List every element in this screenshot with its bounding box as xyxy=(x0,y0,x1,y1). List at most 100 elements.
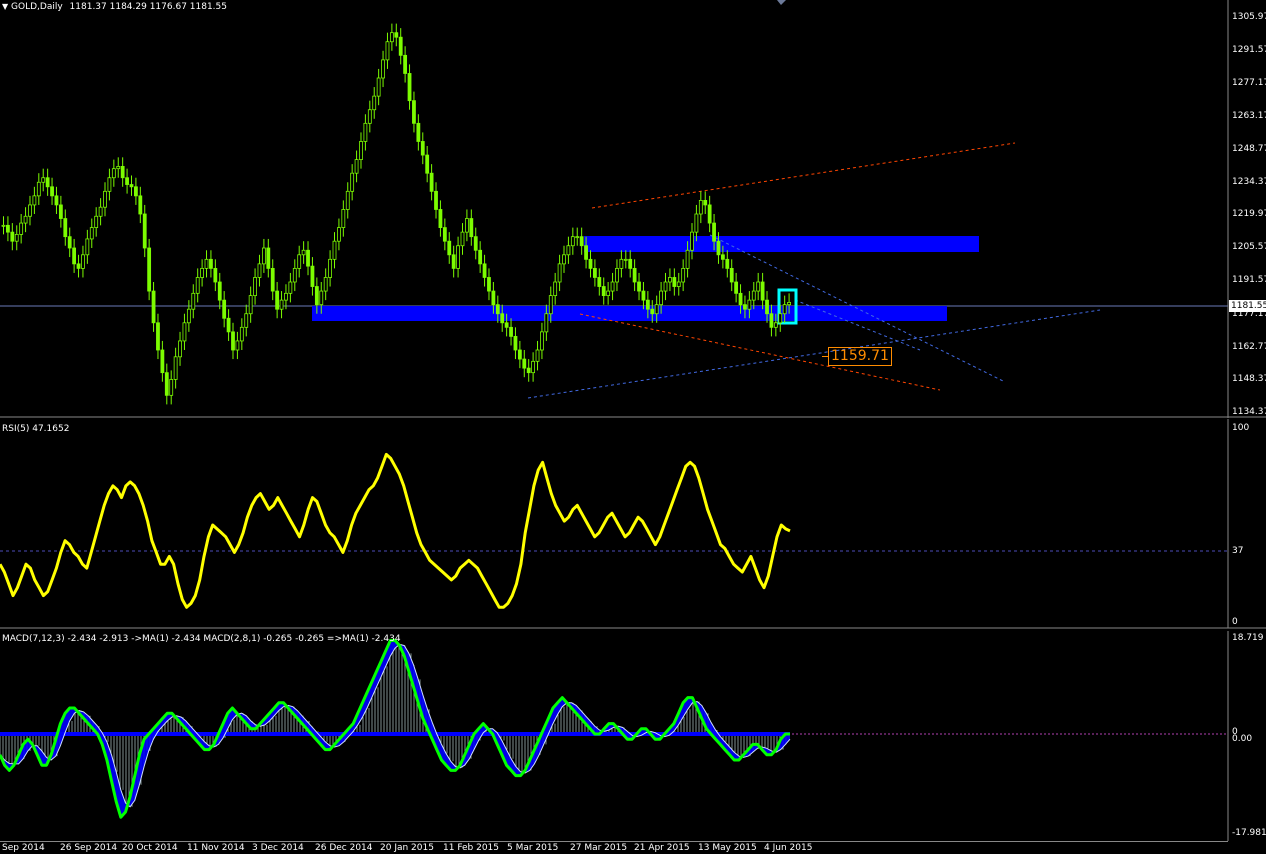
candle-body xyxy=(495,304,500,315)
price-scale-label: 1162.77 xyxy=(1232,342,1266,352)
time-axis-label: 20 Jan 2015 xyxy=(380,843,434,853)
candle-body xyxy=(592,267,597,278)
candle-body xyxy=(58,204,63,219)
candle-body xyxy=(156,322,160,351)
time-axis-label: 11 Nov 2014 xyxy=(187,843,245,853)
candle-body xyxy=(491,290,496,306)
candle-body xyxy=(266,247,271,269)
candle-body xyxy=(743,304,747,310)
time-axis-label: 26 Sep 2014 xyxy=(60,843,118,853)
price-chart[interactable] xyxy=(0,0,1266,420)
chart-shift-marker-icon[interactable] xyxy=(777,0,786,5)
candle-body xyxy=(345,190,350,210)
candle-body xyxy=(442,227,447,242)
upper-red-trendline[interactable] xyxy=(591,142,1016,209)
candle-body xyxy=(456,245,460,269)
rsi-panel[interactable] xyxy=(0,419,1266,629)
candle-body xyxy=(562,254,566,265)
rising-blue-trendline[interactable] xyxy=(527,309,1101,399)
candle-body xyxy=(738,292,743,306)
candle-body xyxy=(654,304,659,315)
candle-body xyxy=(672,277,677,287)
candle-body xyxy=(469,218,474,238)
price-scale-label: 1305.97 xyxy=(1232,12,1266,22)
candle-body xyxy=(447,240,452,256)
candle-body xyxy=(703,199,708,206)
candle-body xyxy=(89,227,94,240)
candle-body xyxy=(429,172,434,192)
candle-body xyxy=(279,299,284,310)
candle-body xyxy=(253,277,257,297)
candle-body xyxy=(134,186,138,197)
price-candles xyxy=(1,23,791,405)
resistance-zone[interactable] xyxy=(584,236,979,252)
candle-body xyxy=(173,356,178,380)
candle-body xyxy=(103,190,107,208)
candle-body xyxy=(623,258,628,261)
candle-body xyxy=(544,313,549,333)
candle-body xyxy=(151,290,156,324)
candle-body xyxy=(120,165,125,179)
candle-body xyxy=(601,286,606,296)
candle-body xyxy=(226,317,231,333)
candle-body xyxy=(632,267,637,283)
support-zone[interactable] xyxy=(312,306,947,321)
candle-body xyxy=(28,204,32,217)
candle-body xyxy=(628,258,633,269)
candle-body xyxy=(341,209,346,228)
candle-body xyxy=(531,360,536,374)
candle-body xyxy=(292,267,297,283)
price-annotation[interactable]: 1159.71 xyxy=(828,347,892,366)
candle-body xyxy=(244,313,249,328)
candle-body xyxy=(94,215,99,228)
candle-body xyxy=(747,299,752,310)
candle-body xyxy=(138,195,143,215)
candle-body xyxy=(164,372,169,396)
candle-body xyxy=(23,215,28,224)
candle-body xyxy=(372,95,377,111)
candle-body xyxy=(650,308,655,315)
candle-body xyxy=(575,236,580,239)
macd-panel[interactable] xyxy=(0,631,1266,841)
candle-body xyxy=(85,238,90,256)
candle-body xyxy=(98,206,103,217)
candle-body xyxy=(548,295,553,315)
candle-body xyxy=(526,367,531,374)
candle-body xyxy=(178,340,182,358)
candle-body xyxy=(10,231,15,242)
candle-body xyxy=(111,168,116,179)
candle-body xyxy=(204,258,209,269)
candle-body xyxy=(257,263,262,278)
candle-body xyxy=(63,218,68,238)
candle-body xyxy=(509,326,513,337)
candle-body xyxy=(540,331,544,351)
time-axis-border xyxy=(0,841,1228,842)
candle-body xyxy=(685,249,690,269)
candle-body xyxy=(261,247,266,265)
candle-body xyxy=(239,326,244,342)
candle-body xyxy=(637,281,641,292)
candle-body xyxy=(54,195,59,206)
candle-body xyxy=(288,281,293,294)
candle-body xyxy=(760,281,765,301)
candle-body xyxy=(716,240,721,256)
macd-scale-zero-value: 0.00 xyxy=(1232,734,1253,744)
candle-body xyxy=(314,286,319,306)
price-scale-label: 1191.57 xyxy=(1232,275,1266,285)
candle-body xyxy=(460,231,465,247)
candle-body xyxy=(487,277,491,292)
price-scale-label: 1248.77 xyxy=(1232,144,1266,154)
candle-body xyxy=(676,281,681,287)
time-axis-label: 26 Dec 2014 xyxy=(315,843,373,853)
candle-body xyxy=(32,195,37,206)
rsi-scale-mid: 37 xyxy=(1232,546,1244,556)
candle-body xyxy=(478,249,483,265)
candle-body xyxy=(513,335,518,351)
annotation-leader-line xyxy=(822,356,828,357)
rsi-label: RSI(5) 47.1652 xyxy=(2,424,70,434)
candle-body xyxy=(588,258,593,269)
candle-body xyxy=(720,254,725,260)
price-scale-label: 1277.17 xyxy=(1232,78,1266,88)
price-scale-label: 1219.97 xyxy=(1232,209,1266,219)
candle-body xyxy=(729,267,734,283)
